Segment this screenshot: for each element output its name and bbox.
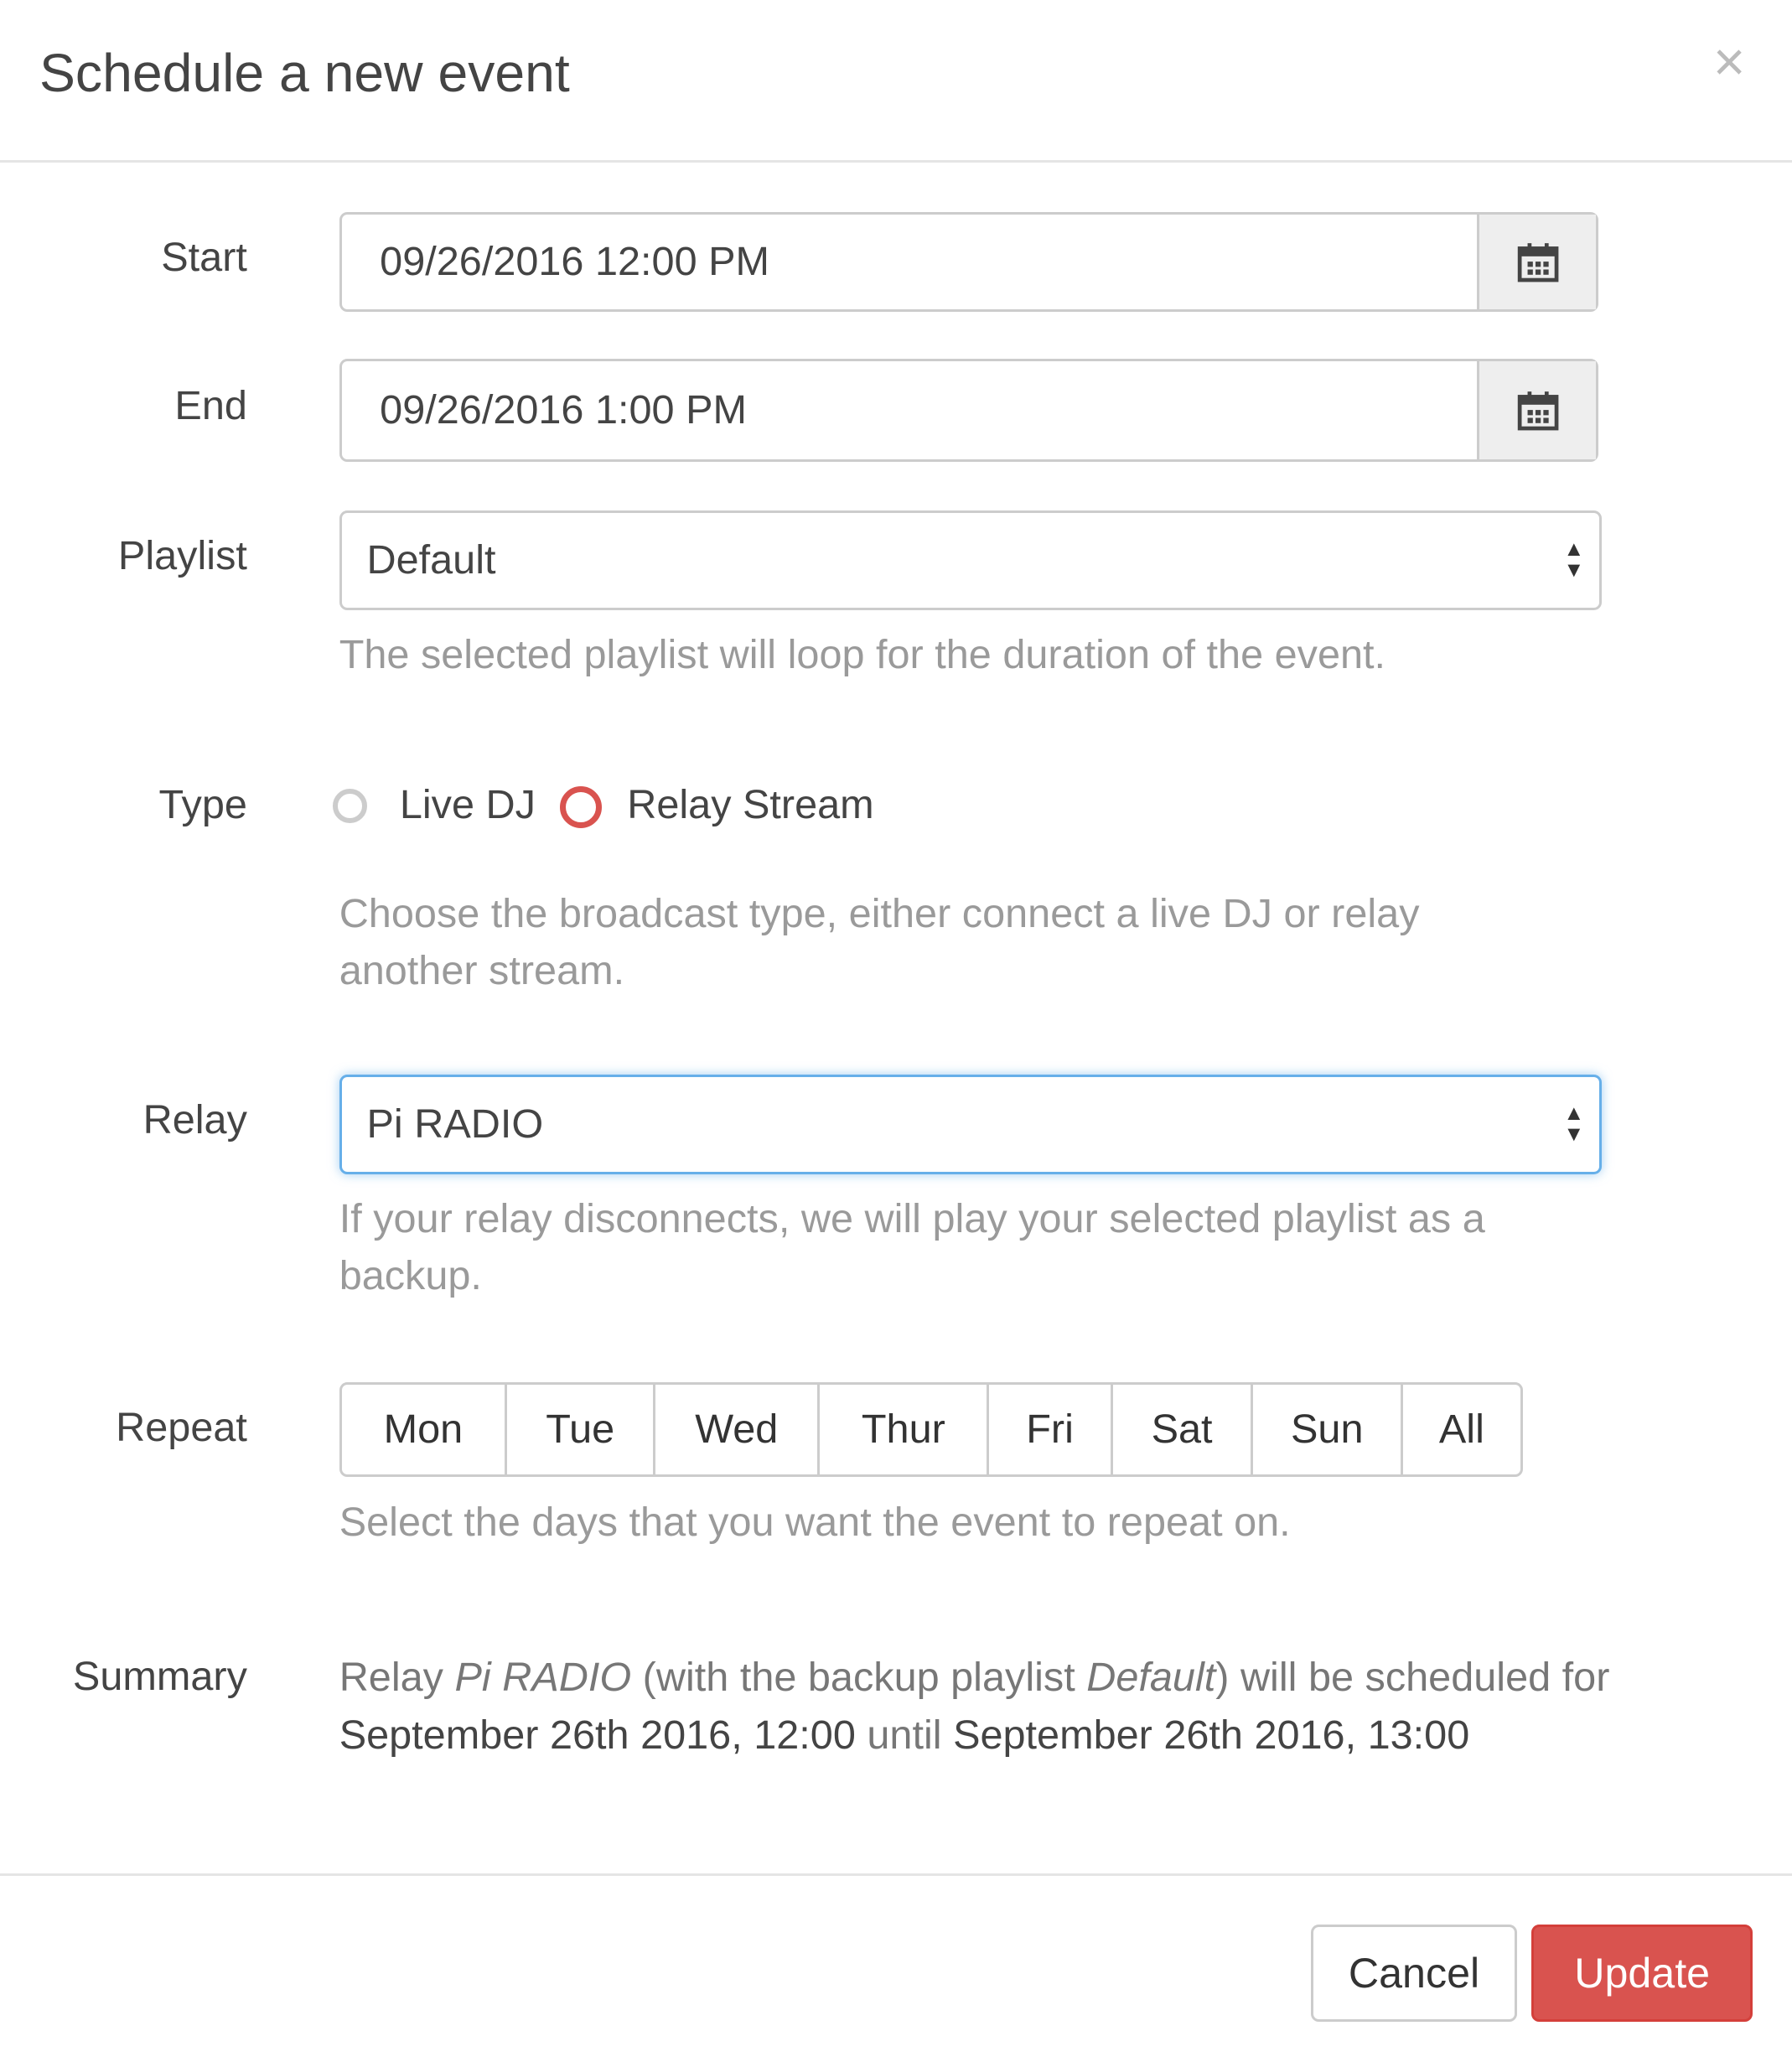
relay-help: If your relay disconnects, we will play … <box>339 1196 1485 1298</box>
select-arrows-icon: ▲ ▼ <box>1563 537 1585 583</box>
day-mon-button[interactable]: Mon <box>342 1384 508 1474</box>
modal-title: Schedule a new event <box>39 43 570 104</box>
cancel-button[interactable]: Cancel <box>1310 1925 1518 2023</box>
header-divider <box>0 160 1792 163</box>
day-wed-button[interactable]: Wed <box>655 1384 821 1474</box>
relay-selected: Pi RADIO <box>366 1101 544 1148</box>
summary-end: September 26th 2016, 13:00 <box>953 1712 1470 1759</box>
repeat-help: Select the days that you want the event … <box>339 1500 1291 1546</box>
radio-live-dj[interactable] <box>332 789 367 823</box>
summary-label: Summary <box>72 1653 247 1699</box>
start-calendar-button[interactable] <box>1476 214 1597 309</box>
type-help: Choose the broadcast type, either connec… <box>339 891 1420 993</box>
schedule-event-modal: Schedule a new event × Start 09/26/2016 … <box>0 0 1792 2062</box>
day-tue-button[interactable]: Tue <box>507 1384 656 1474</box>
day-fri-button[interactable]: Fri <box>989 1384 1113 1474</box>
summary-start: September 26th 2016, 12:00 <box>339 1712 856 1759</box>
repeat-label: Repeat <box>116 1405 247 1451</box>
playlist-label: Playlist <box>117 533 247 579</box>
footer-divider <box>0 1873 1792 1877</box>
type-label: Type <box>158 781 247 827</box>
start-value: 09/26/2016 12:00 PM <box>380 239 770 285</box>
playlist-selected: Default <box>366 537 496 583</box>
end-calendar-button[interactable] <box>1476 361 1597 459</box>
close-icon[interactable]: × <box>1713 34 1745 90</box>
start-label: Start <box>161 235 247 281</box>
end-value: 09/26/2016 1:00 PM <box>380 387 747 433</box>
calendar-icon <box>1517 243 1558 282</box>
calendar-icon <box>1517 391 1558 431</box>
radio-relay-stream[interactable] <box>560 786 603 829</box>
day-all-button[interactable]: All <box>1403 1385 1520 1474</box>
summary-playlist: Default <box>1086 1655 1216 1701</box>
summary-relay: Pi RADIO <box>454 1655 632 1701</box>
day-sun-button[interactable]: Sun <box>1253 1384 1404 1474</box>
playlist-select[interactable]: Default ▲ ▼ <box>339 510 1602 610</box>
playlist-help: The selected playlist will loop for the … <box>339 632 1386 678</box>
start-datetime-input[interactable]: 09/26/2016 12:00 PM <box>339 211 1599 312</box>
repeat-days-group: Mon Tue Wed Thur Fri Sat Sun All <box>339 1381 1523 1477</box>
summary-text: Relay Pi RADIO (with the backup playlist… <box>339 1655 1610 1759</box>
relay-label: Relay <box>142 1097 247 1143</box>
end-label: End <box>174 383 247 429</box>
update-button[interactable]: Update <box>1531 1925 1753 2023</box>
radio-relay-stream-label[interactable]: Relay Stream <box>627 781 873 828</box>
relay-select[interactable]: Pi RADIO ▲ ▼ <box>339 1074 1602 1174</box>
select-arrows-icon: ▲ ▼ <box>1563 1101 1585 1147</box>
end-datetime-input[interactable]: 09/26/2016 1:00 PM <box>339 359 1599 462</box>
day-sat-button[interactable]: Sat <box>1113 1384 1254 1474</box>
day-thur-button[interactable]: Thur <box>820 1384 990 1474</box>
radio-live-dj-label[interactable]: Live DJ <box>400 781 536 828</box>
